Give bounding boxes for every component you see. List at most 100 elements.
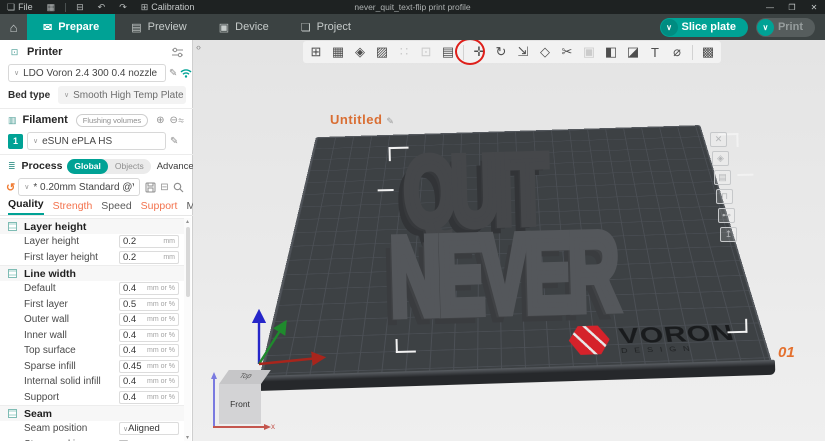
redo-button[interactable]: ↷ xyxy=(112,0,134,14)
slice-plate-button[interactable]: ∨ Slice plate xyxy=(659,17,748,37)
plate-name-label[interactable]: Untitled ✎ xyxy=(330,112,394,127)
tab-device[interactable]: ▣ Device xyxy=(203,14,285,40)
close-button[interactable]: ✕ xyxy=(803,0,825,14)
param-input[interactable]: 0.4 mm or % xyxy=(119,390,179,404)
param-tab-strength[interactable]: Strength xyxy=(53,200,93,215)
plate-image-icon[interactable]: ▤ xyxy=(714,170,731,185)
plate-arrow-icon[interactable]: ↥ xyxy=(720,227,737,242)
tab-preview[interactable]: ▤ Preview xyxy=(115,14,203,40)
section-icon xyxy=(8,269,17,278)
param-input[interactable]: 0.2 mm xyxy=(119,235,179,249)
undo-button[interactable]: ↶ xyxy=(91,0,113,14)
section-title: Seam xyxy=(24,407,53,420)
plate-close-icon[interactable]: ✕ xyxy=(710,132,727,147)
delete-preset-icon[interactable]: ⊟ xyxy=(160,182,168,193)
wifi-icon[interactable] xyxy=(180,68,192,78)
home-button[interactable]: ⌂ xyxy=(0,14,27,40)
search-preset-icon[interactable] xyxy=(173,182,184,193)
param-list: Layer height Layer height 0.2 mm First layer… xyxy=(0,218,185,441)
param-input[interactable]: 0.45 mm or % xyxy=(119,359,179,373)
printer-preset-select[interactable]: ∨ LDO Voron 2.4 300 0.4 nozzle xyxy=(8,64,166,82)
tab-preview-label: Preview xyxy=(147,21,187,33)
process-preset-select[interactable]: ∨ * 0.20mm Standard @Voron - St... xyxy=(18,178,141,196)
param-value: 0.2 xyxy=(123,236,137,248)
filament-slot-badge[interactable]: 1 xyxy=(8,133,23,149)
param-value: 0.4 xyxy=(123,391,137,403)
param-select[interactable]: ∨ Aligned xyxy=(119,422,179,436)
param-input[interactable]: 0.5 mm or % xyxy=(119,297,179,311)
param-value: 0.4 xyxy=(123,329,137,341)
param-tab-support[interactable]: Support xyxy=(141,200,178,215)
param-unit: mm or % xyxy=(147,378,175,386)
param-input[interactable]: 0.4 mm or % xyxy=(119,375,179,389)
file-menu[interactable]: ❏ File xyxy=(0,0,40,14)
scope-global[interactable]: Global xyxy=(67,158,108,174)
menu-board-button[interactable]: ▦ xyxy=(40,0,63,14)
rename-plate-icon[interactable]: ✎ xyxy=(386,116,394,126)
param-label: Support xyxy=(24,391,60,403)
edit-filament-icon[interactable]: ✎ xyxy=(170,136,178,147)
voron-hexagon-icon xyxy=(568,324,612,356)
save-preset-icon[interactable] xyxy=(145,182,156,193)
minimize-button[interactable]: — xyxy=(759,0,781,14)
add-filament-icon[interactable]: ⊕ xyxy=(156,115,164,126)
titlebar-separator xyxy=(65,2,67,12)
redo-icon: ↷ xyxy=(119,1,127,12)
nav-face-top[interactable]: Top xyxy=(219,370,271,384)
plate-settings-icon[interactable]: ⊷ xyxy=(718,208,735,223)
param-label: Outer wall xyxy=(24,314,70,326)
filament-settings-icon[interactable] xyxy=(178,115,184,126)
nav-z-axis xyxy=(210,372,217,426)
printer-section-title: Printer xyxy=(27,46,63,58)
file-icon: ❏ xyxy=(7,1,16,12)
param-unit: mm or % xyxy=(147,285,175,293)
print-dropdown-icon[interactable]: ∨ xyxy=(756,18,774,36)
save-button[interactable]: ⊟ xyxy=(69,0,91,14)
param-input[interactable]: 0.4 mm or % xyxy=(119,313,179,327)
param-unit: mm or % xyxy=(147,347,175,355)
param-tab-speed[interactable]: Speed xyxy=(101,200,131,215)
undo-icon: ↶ xyxy=(97,1,106,12)
window-titlebar: ❏ File ▦ ⊟ ↶ ↷ ⊞ Calibration never_quit_… xyxy=(0,0,825,14)
y-axis-arrow xyxy=(257,319,287,365)
slice-dropdown-icon[interactable]: ∨ xyxy=(660,18,678,36)
plate-lock-icon[interactable]: ⊓ xyxy=(716,189,733,204)
tab-device-label: Device xyxy=(235,21,269,33)
scroll-down-icon[interactable]: ▾ xyxy=(184,434,191,441)
param-input[interactable]: 0.4 mm or % xyxy=(119,282,179,296)
scope-objects[interactable]: Objects xyxy=(108,159,151,174)
navigation-cube[interactable]: Top Front x xyxy=(209,370,279,436)
print-label: Print xyxy=(777,21,803,33)
reset-preset-icon[interactable]: ↺ xyxy=(6,181,15,194)
build-plate[interactable]: VORON DESIGN xyxy=(259,125,772,378)
process-scope-toggle[interactable]: Global Objects xyxy=(67,158,151,174)
viewport-3d[interactable]: ‹› ⊞ ▦ ◈ ▨ ∷ ⊡ ▤ ✛ ↻ ⇲ ◇ ✂ ▣ ◧ ◪ T ⌀ ▩ VORON DESIGN QUIT … xyxy=(193,40,825,441)
edit-printer-icon[interactable]: ✎ xyxy=(169,68,177,79)
printer-settings-icon[interactable] xyxy=(171,47,184,58)
plate-orient-icon[interactable]: ◈ xyxy=(712,151,729,166)
nav-face-front[interactable]: Front xyxy=(219,384,261,424)
param-row: Seam position ∨ Aligned xyxy=(0,421,185,437)
remove-filament-icon[interactable]: ⊖ xyxy=(170,115,178,126)
home-icon: ⌂ xyxy=(9,19,18,35)
filament-preset-select[interactable]: ∨ eSUN ePLA HS xyxy=(27,132,166,150)
param-input[interactable]: 0.2 mm xyxy=(119,250,179,264)
calibration-menu[interactable]: ⊞ Calibration xyxy=(134,0,202,14)
tab-project[interactable]: ❏ Project xyxy=(285,14,367,40)
param-unit: mm or % xyxy=(147,362,175,370)
sidebar-scrollbar[interactable]: ▴ ▾ xyxy=(184,218,191,441)
tab-prepare[interactable]: ✉ Prepare xyxy=(27,14,116,40)
calibration-icon: ⊞ xyxy=(140,1,149,12)
param-label: Seam position xyxy=(24,423,88,435)
scrollbar-thumb[interactable] xyxy=(185,227,190,297)
param-input[interactable]: 0.4 mm or % xyxy=(119,328,179,342)
param-tab-quality[interactable]: Quality xyxy=(8,198,44,215)
scroll-up-icon[interactable]: ▴ xyxy=(184,218,191,225)
param-row: Internal solid infill 0.4 mm or % xyxy=(0,374,185,390)
maximize-button[interactable]: ❐ xyxy=(781,0,803,14)
printer-preset-value: LDO Voron 2.4 300 0.4 nozzle xyxy=(23,67,158,79)
print-button[interactable]: ∨ Print xyxy=(755,17,815,37)
flushing-volumes-button[interactable]: Flushing volumes xyxy=(75,113,149,127)
bed-type-select[interactable]: ∨ Smooth High Temp Plate xyxy=(58,86,186,104)
param-input[interactable]: 0.4 mm or % xyxy=(119,344,179,358)
